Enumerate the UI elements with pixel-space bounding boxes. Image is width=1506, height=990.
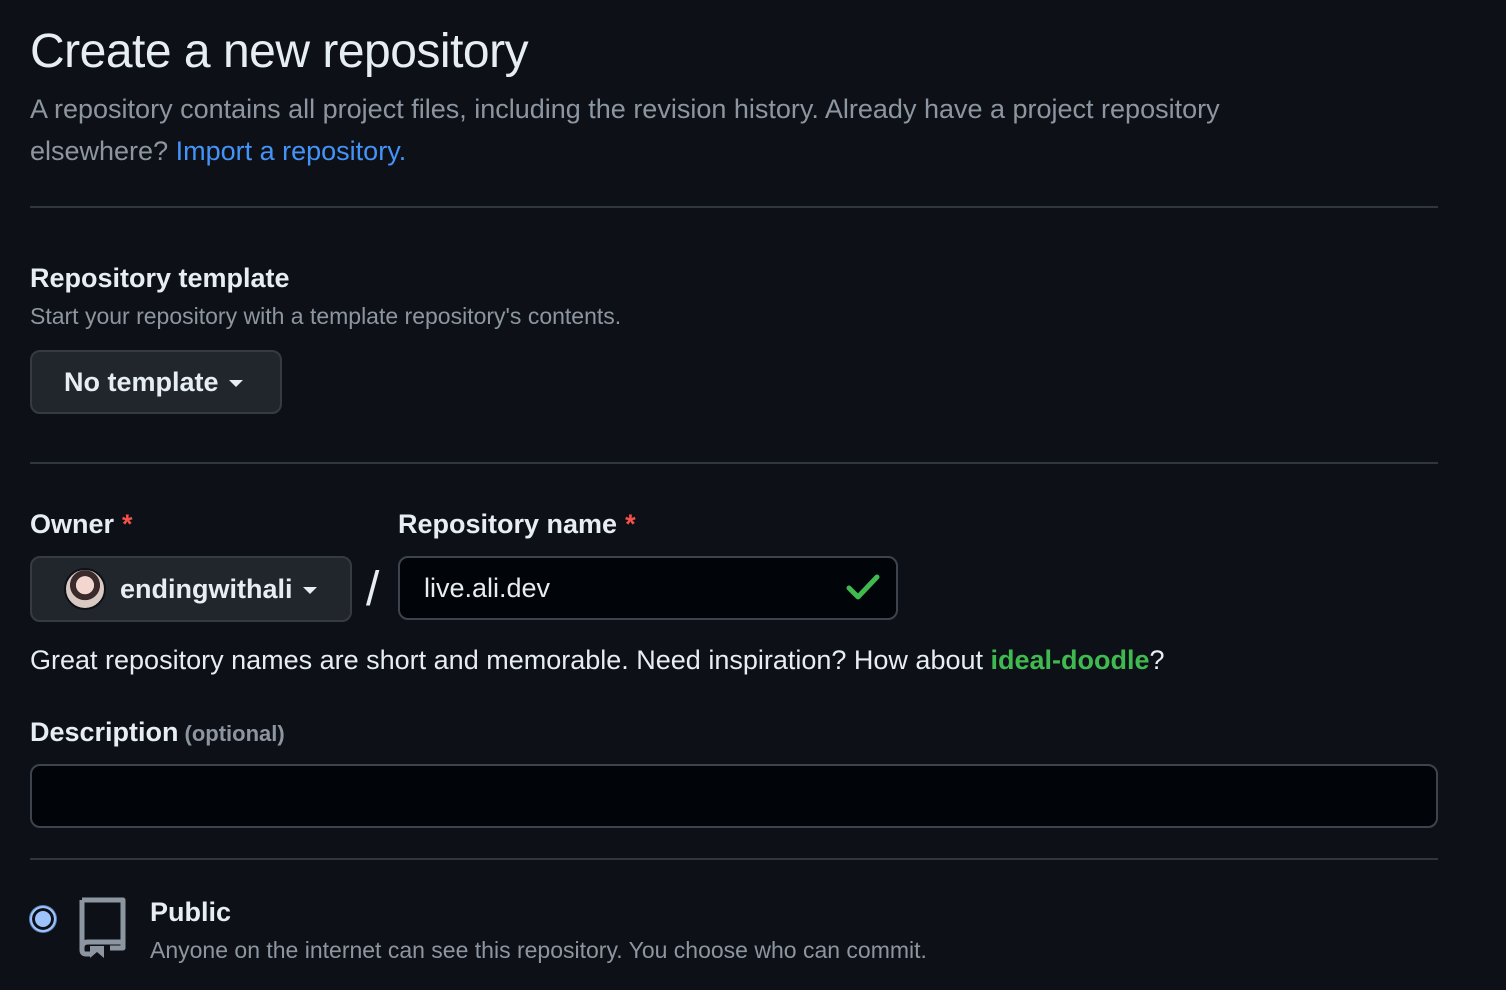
chevron-down-icon <box>302 586 317 594</box>
repo-name-input[interactable] <box>398 556 898 620</box>
template-select-button[interactable]: No template <box>30 350 282 414</box>
create-repository-page: Create a new repository A repository con… <box>0 0 1506 990</box>
owner-repo-separator: / <box>366 563 380 616</box>
check-icon <box>846 574 880 600</box>
hint-suffix: ? <box>1149 645 1165 675</box>
repo-name-label: Repository name * <box>398 506 636 542</box>
repo-icon <box>79 897 126 958</box>
repo-name-label-text: Repository name <box>398 509 618 539</box>
divider <box>30 858 1438 860</box>
chevron-down-icon <box>228 379 243 387</box>
owner-label: Owner * <box>30 506 133 542</box>
owner-label-text: Owner <box>30 509 115 539</box>
page-intro: A repository contains all project files,… <box>30 88 1360 172</box>
suggested-name-link[interactable]: ideal-doodle <box>991 645 1150 675</box>
divider <box>30 206 1438 208</box>
optional-note: (optional) <box>184 721 285 746</box>
repo-name-hint: Great repository names are short and mem… <box>30 642 1165 678</box>
public-label: Public <box>150 897 232 927</box>
public-note: Anyone on the internet can see this repo… <box>150 937 927 963</box>
import-repository-link[interactable]: Import a repository. <box>176 136 407 166</box>
page-title: Create a new repository <box>30 25 529 78</box>
required-marker: * <box>122 509 133 539</box>
avatar <box>64 568 106 610</box>
required-marker: * <box>625 509 636 539</box>
template-note: Start your repository with a template re… <box>30 303 622 329</box>
public-radio[interactable] <box>30 906 56 932</box>
hint-prefix: Great repository names are short and mem… <box>30 645 983 675</box>
owner-select-value: endingwithali <box>120 573 293 604</box>
description-label-text: Description <box>30 717 179 747</box>
template-select-label: No template <box>64 366 219 397</box>
description-input[interactable] <box>30 764 1438 828</box>
owner-select-button[interactable]: endingwithali <box>30 556 352 622</box>
template-heading: Repository template <box>30 263 290 293</box>
divider <box>30 462 1438 464</box>
description-label: Description (optional) <box>30 714 285 752</box>
